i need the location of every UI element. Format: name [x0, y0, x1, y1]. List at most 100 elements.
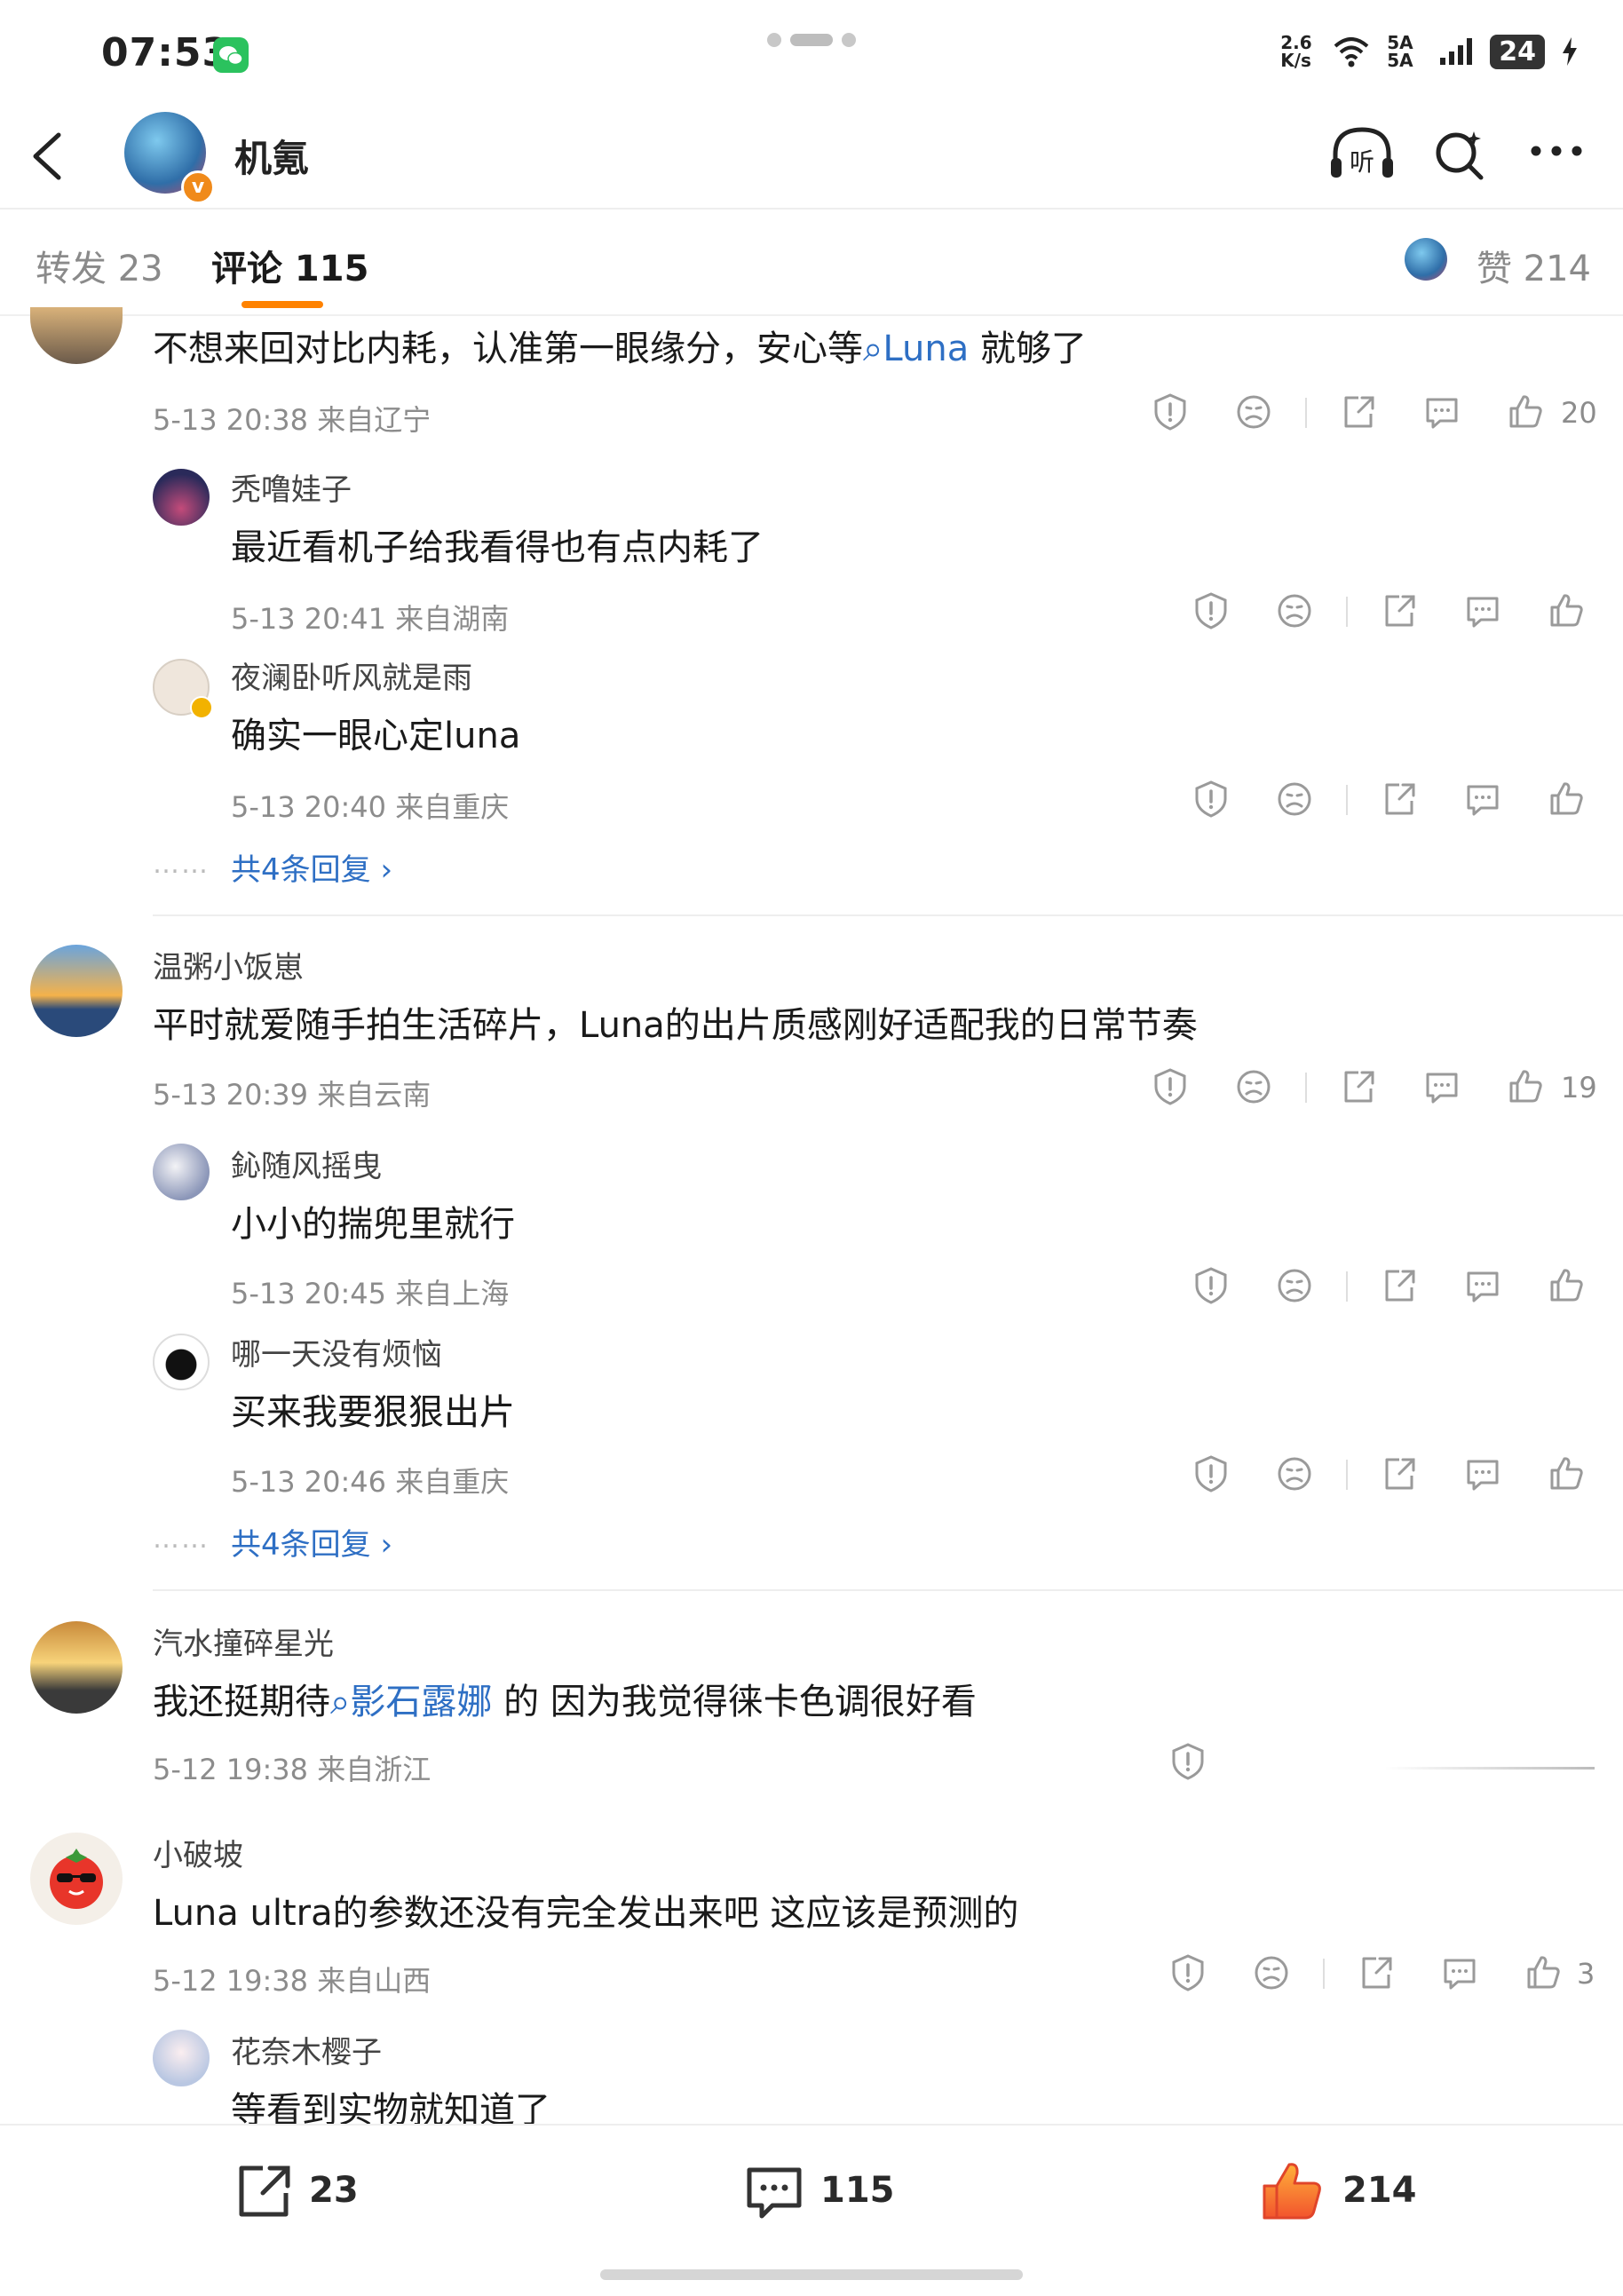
charging-icon [1563, 37, 1577, 66]
commenter-username[interactable]: 汽水撞碎星光 [153, 1619, 334, 1663]
divider [153, 914, 1623, 916]
svg-text:听: 听 [1350, 147, 1374, 177]
actions-overlay [1225, 1740, 1598, 1802]
report-icon[interactable] [1192, 1454, 1231, 1493]
reply-avatar[interactable] [153, 469, 210, 526]
like-icon[interactable] [1524, 1953, 1563, 1992]
like-count: 214 [1342, 2170, 1417, 2211]
commenter-avatar[interactable] [30, 307, 123, 364]
reply-username[interactable]: 鈊随风摇曳 [231, 1142, 382, 1185]
dislike-face-icon[interactable] [1252, 1953, 1291, 1992]
reply-icon[interactable] [1463, 1266, 1502, 1305]
commenter-avatar[interactable] [30, 945, 123, 1037]
comment-text: 我还挺期待⌕影石露娜 的 因为我觉得徕卡色调很好看 [153, 1682, 977, 1722]
tomato-avatar-icon [50, 1849, 103, 1909]
share-icon[interactable] [1380, 780, 1419, 819]
share-icon[interactable] [1380, 591, 1419, 630]
reply-avatar[interactable] [153, 2030, 210, 2086]
report-icon[interactable] [1168, 1742, 1207, 1781]
dislike-face-icon[interactable] [1234, 1067, 1273, 1106]
commenter-avatar[interactable] [30, 1621, 123, 1714]
reply-icon[interactable] [1440, 1953, 1479, 1992]
reply-avatar[interactable] [153, 1144, 210, 1200]
reply-meta: 5-13 20:46 来自重庆 [231, 1465, 510, 1499]
tab-likes[interactable]: 赞 214 [1477, 240, 1591, 291]
reply-icon[interactable] [1422, 392, 1461, 431]
report-icon[interactable] [1168, 1953, 1207, 1992]
verified-badge-icon [190, 696, 213, 719]
reply-text: 买来我要狠狠出片 [231, 1392, 515, 1433]
like-icon[interactable] [1547, 1266, 1586, 1305]
dislike-face-icon[interactable] [1275, 1266, 1314, 1305]
reply-username[interactable]: 夜澜卧听风就是雨 [231, 653, 472, 697]
share-icon[interactable] [1339, 1067, 1378, 1106]
battery-level: 24 [1490, 34, 1545, 69]
reply-icon[interactable] [1463, 591, 1502, 630]
share-icon[interactable] [1380, 1266, 1419, 1305]
search-icon[interactable] [1431, 126, 1488, 183]
wechat-icon [213, 37, 249, 73]
divider [153, 1589, 1623, 1591]
signal-label: 5A 5A [1387, 32, 1413, 71]
reply-meta: 5-13 20:45 来自上海 [231, 1277, 510, 1310]
luna-topic-link[interactable]: ⌕Luna [863, 329, 969, 369]
comment-count: 115 [820, 2170, 895, 2211]
comment-icon[interactable] [742, 2161, 806, 2225]
reply-username[interactable]: 哪一天没有烦恼 [231, 1330, 442, 1374]
report-icon[interactable] [1192, 1266, 1231, 1305]
repost-count: 23 [309, 2170, 359, 2211]
page-title: 机氪 [234, 137, 310, 180]
share-icon[interactable] [233, 2161, 295, 2223]
dislike-face-icon[interactable] [1275, 591, 1314, 630]
progress-line [1385, 1767, 1595, 1770]
share-icon[interactable] [1357, 1953, 1396, 1992]
topic-link[interactable]: ⌕影石露娜 [330, 1682, 492, 1722]
share-icon[interactable] [1339, 392, 1378, 431]
tab-comments[interactable]: 评论 115 [211, 240, 368, 291]
like-icon[interactable] [1547, 1454, 1586, 1493]
commenter-username[interactable]: 温粥小饭崽 [153, 943, 304, 986]
comment-meta: 5-13 20:38 来自辽宁 [153, 403, 431, 437]
page-indicator [767, 33, 856, 47]
share-icon[interactable] [1380, 1454, 1419, 1493]
like-icon[interactable] [1506, 392, 1545, 431]
like-filled-icon[interactable] [1259, 2157, 1326, 2225]
back-icon[interactable] [27, 131, 71, 181]
status-indicators: 2.6 K/s 5A 5A 24 [1280, 34, 1579, 69]
reply-icon[interactable] [1463, 1454, 1502, 1493]
reply-meta: 5-13 20:40 来自重庆 [231, 790, 510, 824]
comment-text: Luna ultra的参数还没有完全发出来吧 这应该是预测的 [153, 1893, 1019, 1934]
reply-icon[interactable] [1463, 780, 1502, 819]
comment-meta: 5-12 19:38 来自山西 [153, 1964, 431, 1998]
dislike-face-icon[interactable] [1234, 392, 1273, 431]
net-speed: 2.6 K/s [1280, 32, 1312, 71]
like-icon[interactable] [1547, 591, 1586, 630]
reply-username[interactable]: 秃噜娃子 [231, 465, 352, 509]
comment-meta: 5-13 20:39 来自云南 [153, 1078, 431, 1112]
reply-avatar[interactable] [153, 1334, 210, 1390]
reply-icon[interactable] [1422, 1067, 1461, 1106]
dislike-face-icon[interactable] [1275, 1454, 1314, 1493]
dislike-face-icon[interactable] [1275, 780, 1314, 819]
like-icon[interactable] [1506, 1067, 1545, 1106]
more-replies-link[interactable]: 共4条回复 › [231, 1520, 392, 1564]
report-icon[interactable] [1192, 780, 1231, 819]
reply-text: 最近看机子给我看得也有点内耗了 [231, 527, 764, 568]
comment-meta: 5-12 19:38 来自浙江 [153, 1753, 431, 1786]
report-icon[interactable] [1192, 591, 1231, 630]
report-icon[interactable] [1151, 1067, 1190, 1106]
commenter-username[interactable]: 小破坡 [153, 1831, 243, 1874]
like-icon[interactable] [1547, 780, 1586, 819]
signal-icon [1440, 38, 1473, 65]
reply-text: 小小的揣兜里就行 [231, 1204, 515, 1245]
headphones-listen-icon[interactable]: 听 [1326, 124, 1397, 183]
home-indicator[interactable] [600, 2269, 1023, 2280]
more-replies-dots: …… [153, 849, 210, 880]
reply-username[interactable]: 花奈木樱子 [231, 2028, 382, 2071]
report-icon[interactable] [1151, 392, 1190, 431]
wifi-icon [1334, 37, 1369, 67]
verified-badge-icon: v [181, 170, 215, 204]
more-replies-link[interactable]: 共4条回复 › [231, 845, 392, 889]
tab-reposts[interactable]: 转发 23 [36, 240, 163, 291]
more-icon[interactable] [1529, 142, 1584, 160]
